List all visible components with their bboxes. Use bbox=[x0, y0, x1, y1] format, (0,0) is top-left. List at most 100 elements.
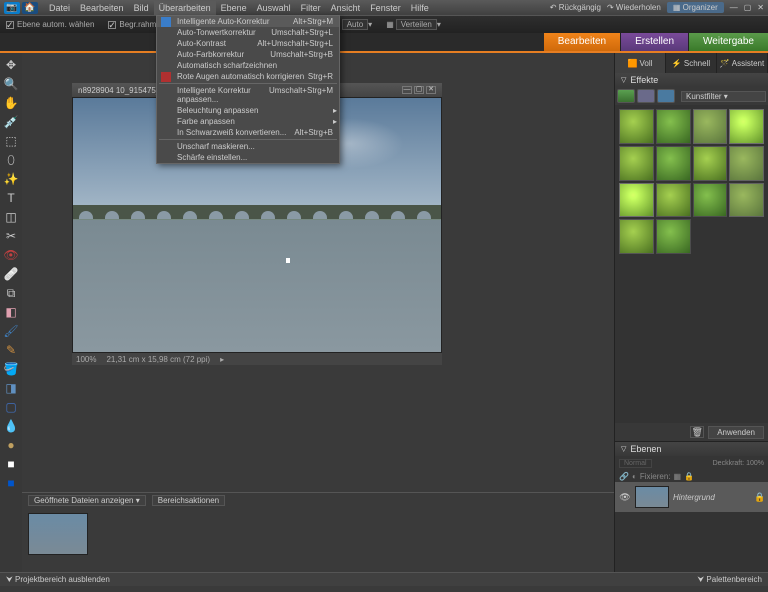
healing-tool[interactable]: 🩹 bbox=[3, 266, 19, 282]
effect-thumb[interactable] bbox=[656, 183, 691, 218]
move-tool[interactable]: ✥ bbox=[3, 57, 19, 73]
effect-thumb[interactable] bbox=[619, 219, 654, 254]
clone-tool[interactable]: ⧉ bbox=[3, 285, 19, 301]
brush-tool[interactable]: 🖌 bbox=[3, 323, 19, 339]
menu-auswahl[interactable]: Auswahl bbox=[252, 1, 296, 15]
menu-item[interactable]: Auto-KontrastAlt+Umschalt+Strg+L bbox=[157, 38, 339, 49]
doc-minimize-icon[interactable]: — bbox=[402, 86, 412, 94]
apply-button[interactable]: Anwenden bbox=[708, 426, 764, 439]
redeye-tool[interactable]: 👁 bbox=[3, 247, 19, 263]
fx-tab-filters[interactable] bbox=[617, 89, 635, 103]
marquee-tool[interactable]: ⬚ bbox=[3, 133, 19, 149]
mode-assistent[interactable]: 🪄 Assistent bbox=[717, 53, 768, 73]
menu-item[interactable]: Automatisch scharfzeichnen bbox=[157, 60, 339, 71]
mode-schnell[interactable]: ⚡ Schnell bbox=[666, 53, 717, 73]
palette-area-button[interactable]: ⮟ Palettenbereich bbox=[697, 575, 762, 585]
menu-ansicht[interactable]: Ansicht bbox=[326, 1, 366, 15]
minimize-icon[interactable]: — bbox=[730, 3, 738, 12]
blend-mode-select[interactable]: Normal bbox=[619, 459, 652, 468]
layer-thumbnail[interactable] bbox=[635, 486, 669, 508]
tab-weitergabe[interactable]: Weitergabe bbox=[688, 33, 768, 51]
trash-icon[interactable]: 🗑 bbox=[690, 426, 704, 438]
zoom-tool[interactable]: 🔍 bbox=[3, 76, 19, 92]
bin-actions-button[interactable]: Bereichsaktionen bbox=[152, 495, 225, 506]
effect-thumb[interactable] bbox=[729, 109, 764, 144]
lock-all-icon[interactable]: 🔒 bbox=[684, 472, 694, 481]
menu-bild[interactable]: Bild bbox=[129, 1, 154, 15]
menu-fenster[interactable]: Fenster bbox=[365, 1, 406, 15]
layer-row[interactable]: 👁 Hintergrund 🔒 bbox=[615, 482, 768, 512]
tab-bearbeiten[interactable]: Bearbeiten bbox=[544, 33, 620, 51]
fx-icon[interactable]: ◐ bbox=[632, 472, 637, 481]
layer-name[interactable]: Hintergrund bbox=[673, 493, 750, 502]
type-tool[interactable]: T bbox=[3, 190, 19, 206]
fx-tab-photo[interactable] bbox=[657, 89, 675, 103]
menu-item[interactable]: Intelligente Auto-KorrekturAlt+Strg+M bbox=[157, 16, 339, 27]
doc-maximize-icon[interactable]: ▢ bbox=[414, 86, 424, 94]
app-logo-icon[interactable]: 📷 bbox=[4, 2, 20, 14]
status-menu-icon[interactable]: ▸ bbox=[220, 355, 224, 364]
menu-item[interactable]: Schärfe einstellen... bbox=[157, 152, 339, 163]
lasso-tool[interactable]: ⬯ bbox=[3, 152, 19, 168]
menu-item[interactable]: In Schwarzweiß konvertieren...Alt+Strg+B bbox=[157, 127, 339, 138]
mode-voll[interactable]: 🟧 Voll bbox=[615, 53, 666, 73]
menu-item[interactable]: Beleuchtung anpassen▸ bbox=[157, 105, 339, 116]
shape-tool[interactable]: ▢ bbox=[3, 399, 19, 415]
effect-thumb[interactable] bbox=[656, 109, 691, 144]
menu-filter[interactable]: Filter bbox=[296, 1, 326, 15]
bg-tool[interactable]: ■ bbox=[3, 475, 19, 491]
menu-datei[interactable]: Datei bbox=[44, 1, 75, 15]
effect-thumb[interactable] bbox=[693, 109, 728, 144]
visibility-icon[interactable]: 👁 bbox=[619, 492, 631, 503]
effect-thumb[interactable] bbox=[619, 109, 654, 144]
layers-panel-header[interactable]: ▽Ebenen bbox=[615, 442, 768, 456]
home-icon[interactable]: 🏠 bbox=[22, 2, 38, 14]
effect-thumb[interactable] bbox=[729, 183, 764, 218]
hand-tool[interactable]: ✋ bbox=[3, 95, 19, 111]
menu-item[interactable]: Intelligente Korrektur anpassen...Umscha… bbox=[157, 85, 339, 105]
effect-thumb[interactable] bbox=[619, 183, 654, 218]
link-icon[interactable]: 🔗 bbox=[619, 472, 629, 481]
pencil-tool[interactable]: ✎ bbox=[3, 342, 19, 358]
eyedrop-tool[interactable]: 💉 bbox=[3, 114, 19, 130]
effect-thumb[interactable] bbox=[656, 219, 691, 254]
opacity-value[interactable]: 100% bbox=[746, 460, 764, 467]
auto-select-layer-checkbox[interactable]: Ebene autom. wählen bbox=[6, 20, 94, 29]
effect-thumb[interactable] bbox=[693, 183, 728, 218]
effects-filter-select[interactable]: Kunstfilter ▾ bbox=[681, 91, 766, 102]
menu-hilfe[interactable]: Hilfe bbox=[406, 1, 434, 15]
effect-thumb[interactable] bbox=[656, 146, 691, 181]
undo-button[interactable]: ↶ Rückgängig bbox=[550, 3, 601, 12]
project-thumbnail[interactable] bbox=[28, 513, 88, 555]
effects-panel-header[interactable]: ▽Effekte bbox=[615, 73, 768, 87]
fx-tab-styles[interactable] bbox=[637, 89, 655, 103]
effect-thumb[interactable] bbox=[693, 146, 728, 181]
lock-pixels-icon[interactable]: ▦ bbox=[674, 472, 682, 481]
maximize-icon[interactable]: ▢ bbox=[744, 3, 752, 12]
redo-button[interactable]: ↷ Wiederholen bbox=[607, 3, 661, 12]
menu-item[interactable]: Rote Augen automatisch korrigierenStrg+R bbox=[157, 71, 339, 82]
gradient-tool[interactable]: ◨ bbox=[3, 380, 19, 396]
tab-erstellen[interactable]: Erstellen bbox=[620, 33, 688, 51]
menu-item[interactable]: Auto-FarbkorrekturUmschalt+Strg+B bbox=[157, 49, 339, 60]
doc-close-icon[interactable]: ✕ bbox=[426, 86, 436, 94]
menu-item[interactable]: Farbe anpassen▸ bbox=[157, 116, 339, 127]
menu-ebene[interactable]: Ebene bbox=[216, 1, 252, 15]
zoom-level[interactable]: 100% bbox=[76, 355, 96, 364]
bucket-tool[interactable]: 🪣 bbox=[3, 361, 19, 377]
open-files-button[interactable]: Geöffnete Dateien anzeigen ▾ bbox=[28, 495, 146, 506]
wand-tool[interactable]: ✨ bbox=[3, 171, 19, 187]
effect-thumb[interactable] bbox=[619, 146, 654, 181]
blur-tool[interactable]: 💧 bbox=[3, 418, 19, 434]
cookie-tool[interactable]: ✂ bbox=[3, 228, 19, 244]
menu-bearbeiten[interactable]: Bearbeiten bbox=[75, 1, 129, 15]
menu-item[interactable]: Unscharf maskieren... bbox=[157, 141, 339, 152]
crop-tool[interactable]: ◫ bbox=[3, 209, 19, 225]
distribute-group[interactable]: ▦ Verteilen ▾ bbox=[386, 19, 441, 30]
fg-tool[interactable]: ■ bbox=[3, 456, 19, 472]
menu-überarbeiten[interactable]: Überarbeiten bbox=[154, 1, 216, 15]
close-icon[interactable]: ✕ bbox=[757, 3, 764, 12]
eraser-tool[interactable]: ◧ bbox=[3, 304, 19, 320]
effect-thumb[interactable] bbox=[729, 146, 764, 181]
organizer-button[interactable]: ▦ Organizer bbox=[667, 2, 724, 13]
